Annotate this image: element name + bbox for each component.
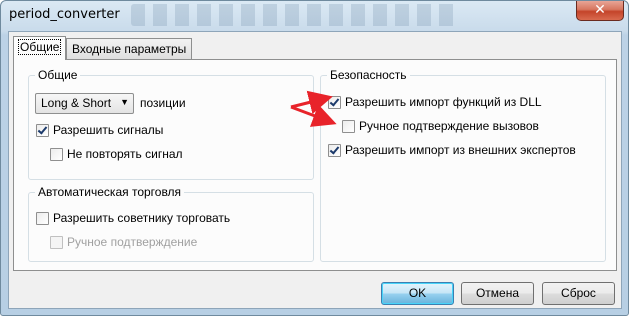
tab-input-params[interactable]: Входные параметры bbox=[66, 38, 193, 59]
positions-label: позиции bbox=[140, 96, 186, 110]
window-title: period_converter bbox=[9, 7, 120, 22]
title-bar-background bbox=[131, 4, 461, 26]
manual-call-confirm-checkbox[interactable] bbox=[342, 120, 355, 133]
dialog-window: period_converter ✕ Общие Входные парамет… bbox=[0, 0, 629, 316]
auto-trading-group-title: Автоматическая торговля bbox=[35, 185, 185, 199]
allow-dll-import-checkbox[interactable] bbox=[328, 96, 341, 109]
manual-confirm-label: Ручное подтверждение bbox=[67, 235, 198, 249]
chevron-down-icon: ▼ bbox=[120, 97, 129, 107]
allow-ea-trading-checkbox[interactable] bbox=[36, 212, 49, 225]
ok-button[interactable]: OK bbox=[381, 282, 454, 305]
positions-select[interactable]: Long & Short ▼ bbox=[35, 93, 134, 114]
manual-confirm-checkbox[interactable] bbox=[50, 236, 63, 249]
auto-trading-group: Автоматическая торговля Разрешить советн… bbox=[28, 185, 314, 262]
tab-input-params-label: Входные параметры bbox=[72, 42, 187, 56]
security-group-title: Безопасность bbox=[327, 68, 410, 82]
allow-dll-import-label[interactable]: Разрешить импорт функций из DLL bbox=[345, 95, 542, 109]
cancel-button[interactable]: Отмена bbox=[461, 282, 534, 305]
reset-button[interactable]: Сброс bbox=[542, 282, 615, 305]
general-group-title: Общие bbox=[35, 68, 81, 82]
security-group: Безопасность Разрешить импорт функций из… bbox=[320, 68, 606, 262]
tab-panel-general: Общие Long & Short ▼ позиции Разрешить с… bbox=[13, 59, 617, 271]
close-button[interactable]: ✕ bbox=[576, 1, 624, 21]
dialog-client-area: Общие Входные параметры Общие Long & Sho… bbox=[8, 31, 622, 309]
title-bar[interactable]: period_converter ✕ bbox=[1, 1, 628, 31]
no-repeat-signal-label[interactable]: Не повторять сигнал bbox=[67, 147, 183, 161]
allow-signals-checkbox[interactable] bbox=[36, 124, 49, 137]
tab-general-label: Общие bbox=[17, 39, 62, 55]
tab-general[interactable]: Общие bbox=[13, 36, 67, 60]
positions-select-value: Long & Short bbox=[41, 96, 112, 110]
no-repeat-signal-checkbox[interactable] bbox=[50, 148, 63, 161]
manual-call-confirm-label[interactable]: Ручное подтверждение вызовов bbox=[359, 119, 539, 133]
allow-ea-trading-label[interactable]: Разрешить советнику торговать bbox=[53, 211, 230, 225]
allow-external-import-checkbox[interactable] bbox=[328, 144, 341, 157]
general-group: Общие Long & Short ▼ позиции Разрешить с… bbox=[28, 68, 314, 180]
allow-external-import-label[interactable]: Разрешить импорт из внешних экспертов bbox=[345, 143, 576, 157]
allow-signals-label[interactable]: Разрешить сигналы bbox=[53, 123, 163, 137]
